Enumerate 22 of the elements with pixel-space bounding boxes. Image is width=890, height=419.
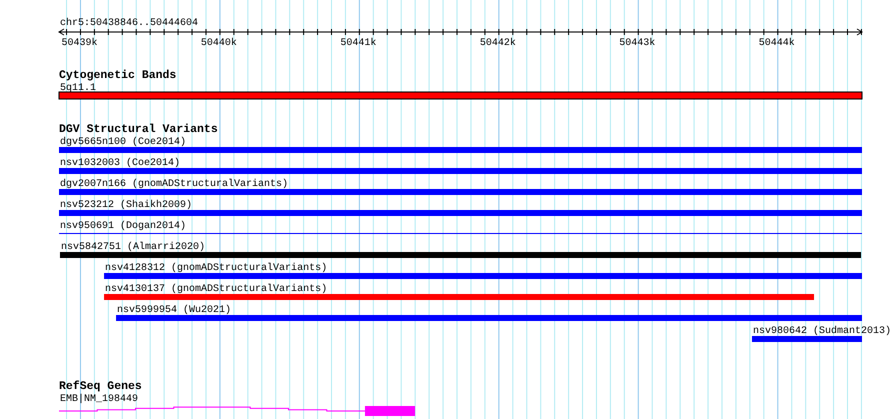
feature-label: nsv523212 (Shaikh2009) bbox=[60, 200, 192, 211]
tick-label: 50443k bbox=[619, 38, 656, 49]
feature-label: nsv950691 (Dogan2014) bbox=[60, 221, 186, 232]
location-label: chr5:50438846..50444604 bbox=[60, 18, 198, 29]
feature-label: nsv4130137 (gnomADStructuralVariants) bbox=[105, 284, 328, 295]
feature-label: nsv4128312 (gnomADStructuralVariants) bbox=[105, 263, 328, 274]
feature-label: 5q11.1 bbox=[60, 83, 96, 94]
feature-label: nsv980642 (Sudmant2013) bbox=[752, 326, 890, 337]
track-title: RefSeq Genes bbox=[59, 380, 142, 393]
feature-label: nsv5999954 (Wu2021) bbox=[117, 305, 232, 316]
tick-label: 50440k bbox=[200, 38, 237, 49]
tick-label: 50439k bbox=[61, 38, 98, 49]
track-title: Cytogenetic Bands bbox=[59, 69, 176, 82]
feature-label: nsv1032003 (Coe2014) bbox=[60, 158, 180, 169]
tick-label: 50441k bbox=[340, 38, 376, 49]
tick-label: 50444k bbox=[758, 38, 795, 49]
feature-label: EMB|NM_198449 bbox=[60, 394, 138, 405]
track-title: DGV Structural Variants bbox=[59, 123, 218, 136]
tick-label: 50442k bbox=[480, 38, 516, 49]
feature-label: dgv2007n166 (gnomADStructuralVariants) bbox=[60, 179, 288, 190]
feature-label: nsv5842751 (Almarri2020) bbox=[60, 242, 205, 253]
feature-label: dgv5665n100 (Coe2014) bbox=[60, 137, 186, 148]
